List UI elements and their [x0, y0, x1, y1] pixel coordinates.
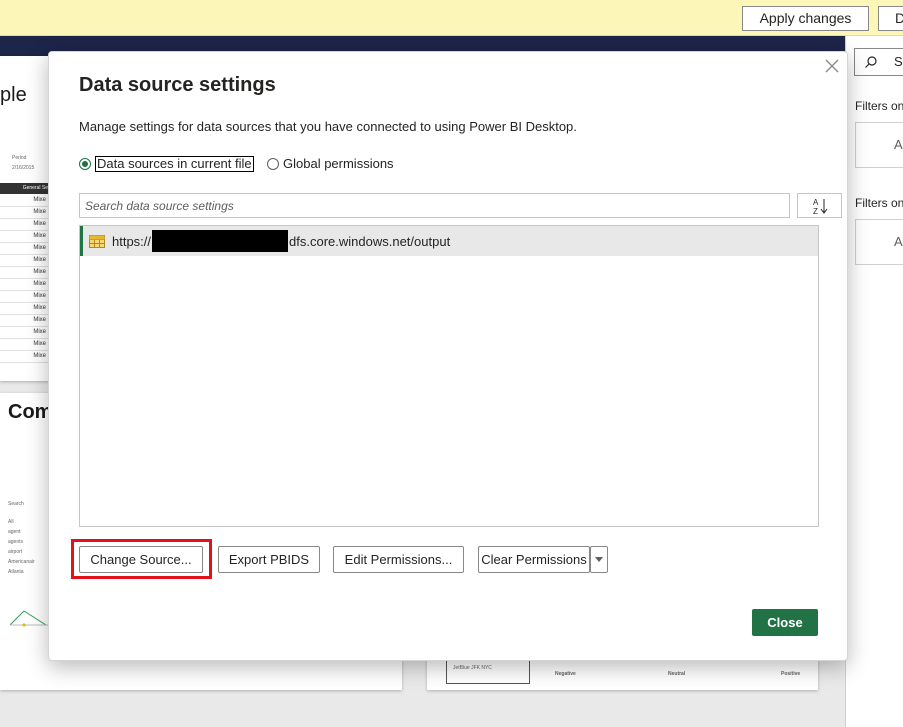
card1-table-row: Mixe: [0, 231, 48, 243]
data-source-settings-dialog: Data source settings Manage settings for…: [48, 51, 848, 661]
card1-table-row: Mixe: [0, 267, 48, 279]
svg-text:Z: Z: [813, 207, 818, 215]
clear-permissions-button[interactable]: Clear Permissions: [478, 546, 590, 573]
card3-axis-negative: Negative: [555, 671, 576, 677]
sort-az-icon: A Z: [813, 198, 827, 215]
data-source-list[interactable]: https:// dfs.core.windows.net/output: [79, 225, 819, 527]
card1-table-row: Mixe: [0, 327, 48, 339]
chevron-down-icon: [595, 557, 603, 562]
card2-filter-item: agent: [8, 529, 21, 535]
radio-global-permissions[interactable]: Global permissions: [267, 156, 394, 171]
filters-pane: Se Filters on Ad Filters on Ad: [845, 36, 903, 727]
card1-table-row: Mixe: [0, 195, 48, 207]
notification-bar: Apply changes D: [0, 0, 903, 36]
card2-search-label: Search: [8, 501, 24, 507]
discard-changes-button[interactable]: D: [878, 6, 903, 31]
card2-filter-item: All: [8, 519, 14, 525]
list-item[interactable]: https:// dfs.core.windows.net/output: [80, 226, 818, 256]
card2-filter-item: Atlanta: [8, 569, 24, 575]
radio-current-file-label: Data sources in current file: [95, 156, 254, 172]
edit-permissions-button[interactable]: Edit Permissions...: [333, 546, 464, 573]
card1-table-row: Mixe: [0, 315, 48, 327]
filters-on-page-label: Filters on: [855, 99, 903, 113]
report-page-card-1[interactable]: ple Period 2/16/2015 General Se Mixe Mixe…: [0, 56, 50, 381]
add-filter-well-all-pages[interactable]: Ad: [855, 219, 903, 265]
change-source-button[interactable]: Change Source...: [79, 546, 203, 573]
search-icon: [865, 56, 877, 68]
card3-legend-item: JetBlue JFK NYC: [453, 665, 492, 671]
url-suffix: dfs.core.windows.net/output: [289, 233, 451, 249]
filters-on-all-pages-label: Filters on: [855, 196, 903, 210]
redacted-block: [152, 230, 289, 252]
card2-filter-item: airport: [8, 549, 23, 555]
url-prefix: https://: [112, 233, 152, 249]
radio-current-file[interactable]: Data sources in current file: [79, 156, 254, 172]
apply-changes-button[interactable]: Apply changes: [742, 6, 869, 31]
card1-table-row: Mixe: [0, 243, 48, 255]
card1-table-row: Mixe: [0, 303, 48, 315]
dialog-description: Manage settings for data sources that yo…: [79, 119, 577, 134]
card2-title-fragment: Com: [8, 401, 53, 423]
card1-table-header: General Se: [0, 183, 50, 194]
add-filter-well-page[interactable]: Ad: [855, 122, 903, 168]
card1-table-row: Mixe: [0, 255, 48, 267]
card1-table-row: Mixe: [0, 339, 48, 351]
card1-table-row: Mixe: [0, 291, 48, 303]
card1-table-row: Mixe: [0, 207, 48, 219]
card1-table-row: Mixe: [0, 351, 48, 363]
card1-period-label: Period: [12, 155, 27, 161]
filters-search-input[interactable]: Se: [854, 48, 903, 76]
dialog-title: Data source settings: [79, 74, 276, 96]
card2-filter-item: agents: [8, 539, 24, 545]
radio-button-checked[interactable]: [79, 158, 91, 170]
card2-filter-item: Americanair: [8, 559, 35, 565]
clear-permissions-dropdown[interactable]: [590, 546, 608, 573]
radio-button-unchecked[interactable]: [267, 157, 279, 170]
close-icon[interactable]: [821, 55, 843, 77]
card1-title-fragment: ple: [0, 84, 27, 106]
card3-axis-positive: Positive: [781, 671, 801, 677]
card1-table-row: Mixe: [0, 219, 48, 231]
card1-table-row: Mixe: [0, 279, 48, 291]
export-pbids-button[interactable]: Export PBIDS: [218, 546, 320, 573]
radio-global-permissions-label: Global permissions: [283, 156, 394, 171]
svg-text:A: A: [813, 198, 819, 207]
sort-button[interactable]: A Z: [797, 193, 842, 218]
search-data-source-input[interactable]: [79, 193, 790, 218]
close-button[interactable]: Close: [752, 609, 818, 636]
table-icon: [89, 234, 105, 248]
card1-date: 2/16/2015: [12, 165, 35, 171]
data-source-url: https:// dfs.core.windows.net/output: [112, 230, 450, 252]
card3-axis-neutral: Neutral: [668, 671, 686, 677]
filters-search-text: Se: [894, 54, 903, 69]
